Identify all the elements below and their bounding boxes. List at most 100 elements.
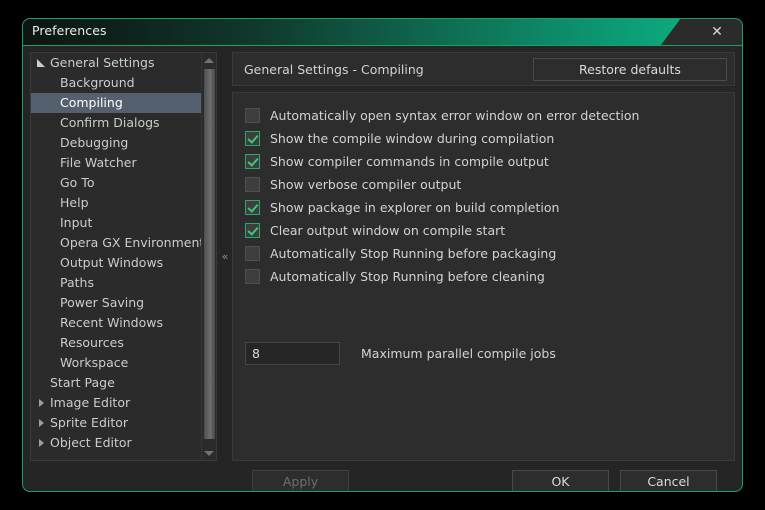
sidebar-item-help[interactable]: Help (31, 193, 201, 213)
checkbox-row[interactable]: Show compiler commands in compile output (245, 150, 549, 172)
checkbox-checked-icon[interactable] (245, 130, 260, 146)
window-titlebar[interactable]: Preferences ✕ (22, 18, 743, 45)
preferences-window: Preferences ✕ General Settings Background… (22, 18, 743, 492)
sidebar-item-start-page[interactable]: Start Page (31, 373, 201, 393)
checkbox-row[interactable]: Automatically Stop Running before packag… (245, 242, 556, 264)
checkmark-icon (248, 225, 258, 235)
double-chevron-left-icon: « (221, 250, 229, 263)
sidebar-item-general-settings[interactable]: General Settings (31, 53, 201, 73)
triangle-right-icon (38, 419, 44, 427)
sidebar-item-label: Output Windows (60, 255, 164, 270)
checkbox-label: Show package in explorer on build comple… (270, 199, 560, 215)
tree-collapsed-arrow-icon[interactable] (34, 393, 48, 413)
sidebar-item-opera-gx-environment[interactable]: Opera GX Environment (31, 233, 205, 253)
settings-detail-pane: General Settings - Compiling Restore def… (232, 52, 735, 461)
checkbox-label: Show the compile window during compilati… (270, 130, 555, 146)
checkbox-row[interactable]: Automatically Stop Running before cleani… (245, 265, 545, 287)
sidebar-item-label: Background (60, 75, 135, 90)
checkbox-unchecked-icon[interactable] (245, 245, 260, 261)
checkbox-unchecked-icon[interactable] (245, 107, 260, 123)
checkbox-checked-icon[interactable] (245, 199, 260, 215)
tree-collapsed-arrow-icon[interactable] (34, 413, 48, 433)
sidebar-item-workspace[interactable]: Workspace (31, 353, 201, 373)
checkbox-row[interactable]: Show package in explorer on build comple… (245, 196, 559, 218)
sidebar-item-background[interactable]: Background (31, 73, 201, 93)
sidebar-item-label: Go To (60, 175, 95, 190)
sidebar-item-label: Resources (60, 335, 124, 350)
ok-button[interactable]: OK (512, 470, 609, 492)
window-body: General Settings Background Compiling Confi… (22, 46, 743, 492)
checkbox-checked-icon[interactable] (245, 153, 260, 169)
scroll-up-arrow-icon[interactable] (202, 53, 216, 67)
checkbox-checked-icon[interactable] (245, 222, 260, 238)
sidebar-item-label: Start Page (50, 375, 115, 390)
sidebar-item-go-to[interactable]: Go To (31, 173, 201, 193)
sidebar-item-resources[interactable]: Resources (31, 333, 201, 353)
sidebar-item-label: General Settings (50, 55, 155, 70)
settings-tree[interactable]: General Settings Background Compiling Confi… (31, 53, 205, 453)
close-icon[interactable]: ✕ (691, 18, 743, 45)
sidebar-item-label: Sprite Editor (50, 415, 129, 430)
sidebar-item-label: Workspace (60, 355, 129, 370)
tree-collapsed-arrow-icon[interactable] (34, 433, 48, 453)
tree-scrollbar[interactable] (201, 53, 216, 460)
sidebar-item-label: Opera GX Environment (60, 235, 205, 250)
checkmark-icon (248, 156, 258, 166)
sidebar-item-label: Debugging (60, 135, 129, 150)
sidebar-item-file-watcher[interactable]: File Watcher (31, 153, 201, 173)
triangle-right-icon (38, 439, 44, 447)
max-parallel-jobs-input[interactable] (245, 341, 340, 365)
checkmark-icon (248, 133, 258, 143)
panel-header: General Settings - Compiling Restore def… (232, 52, 735, 86)
sidebar-item-label: Image Editor (50, 395, 131, 410)
restore-defaults-button[interactable]: Restore defaults (533, 58, 727, 81)
max-parallel-jobs-row: Maximum parallel compile jobs (245, 341, 556, 365)
sidebar-item-sprite-editor[interactable]: Sprite Editor (31, 413, 201, 433)
scrollbar-thumb[interactable] (204, 69, 215, 439)
options-panel: Automatically open syntax error window o… (232, 92, 735, 461)
sidebar-item-power-saving[interactable]: Power Saving (31, 293, 201, 313)
checkbox-row[interactable]: Show verbose compiler output (245, 173, 461, 195)
sidebar-item-confirm-dialogs[interactable]: Confirm Dialogs (31, 113, 201, 133)
checkbox-label: Clear output window on compile start (270, 222, 506, 238)
sidebar-item-label: Confirm Dialogs (60, 115, 160, 130)
sidebar-item-debugging[interactable]: Debugging (31, 133, 201, 153)
checkmark-icon (248, 202, 258, 212)
sidebar-item-label: Object Editor (50, 435, 132, 450)
checkbox-label: Show verbose compiler output (270, 176, 462, 192)
apply-button[interactable]: Apply (252, 470, 349, 492)
scroll-down-arrow-icon[interactable] (202, 446, 216, 460)
checkbox-label: Automatically Stop Running before cleani… (270, 268, 545, 284)
checkbox-unchecked-icon[interactable] (245, 176, 260, 192)
triangle-down-icon (37, 59, 45, 67)
sidebar-item-label: Paths (60, 275, 94, 290)
triangle-right-icon (38, 399, 44, 407)
sidebar-item-recent-windows[interactable]: Recent Windows (31, 313, 201, 333)
sidebar-item-label: Recent Windows (60, 315, 163, 330)
cancel-button[interactable]: Cancel (620, 470, 717, 492)
screen: Preferences ✕ General Settings Background… (0, 0, 765, 510)
sidebar-item-label: Power Saving (60, 295, 145, 310)
settings-tree-pane: General Settings Background Compiling Confi… (30, 52, 217, 461)
checkbox-label: Automatically open syntax error window o… (270, 107, 640, 123)
sidebar-item-output-windows[interactable]: Output Windows (31, 253, 201, 273)
tree-expanded-arrow-icon[interactable] (34, 53, 48, 73)
sidebar-item-compiling[interactable]: Compiling (31, 93, 201, 113)
sidebar-item-label: File Watcher (60, 155, 137, 170)
pane-collapse-handle[interactable]: « (218, 52, 232, 461)
sidebar-item-image-editor[interactable]: Image Editor (31, 393, 201, 413)
checkbox-label: Show compiler commands in compile output (270, 153, 549, 169)
sidebar-item-label: Help (60, 195, 89, 210)
sidebar-item-label: Input (60, 215, 93, 230)
sidebar-item-paths[interactable]: Paths (31, 273, 201, 293)
checkbox-unchecked-icon[interactable] (245, 268, 260, 284)
dialog-footer: Apply OK Cancel (22, 466, 743, 492)
window-title: Preferences (32, 23, 107, 38)
checkbox-row[interactable]: Automatically open syntax error window o… (245, 104, 639, 126)
checkbox-row[interactable]: Show the compile window during compilati… (245, 127, 554, 149)
sidebar-item-input[interactable]: Input (31, 213, 201, 233)
sidebar-item-object-editor[interactable]: Object Editor (31, 433, 201, 453)
checkbox-label: Automatically Stop Running before packag… (270, 245, 557, 261)
checkbox-row[interactable]: Clear output window on compile start (245, 219, 505, 241)
max-parallel-jobs-label: Maximum parallel compile jobs (361, 345, 556, 361)
